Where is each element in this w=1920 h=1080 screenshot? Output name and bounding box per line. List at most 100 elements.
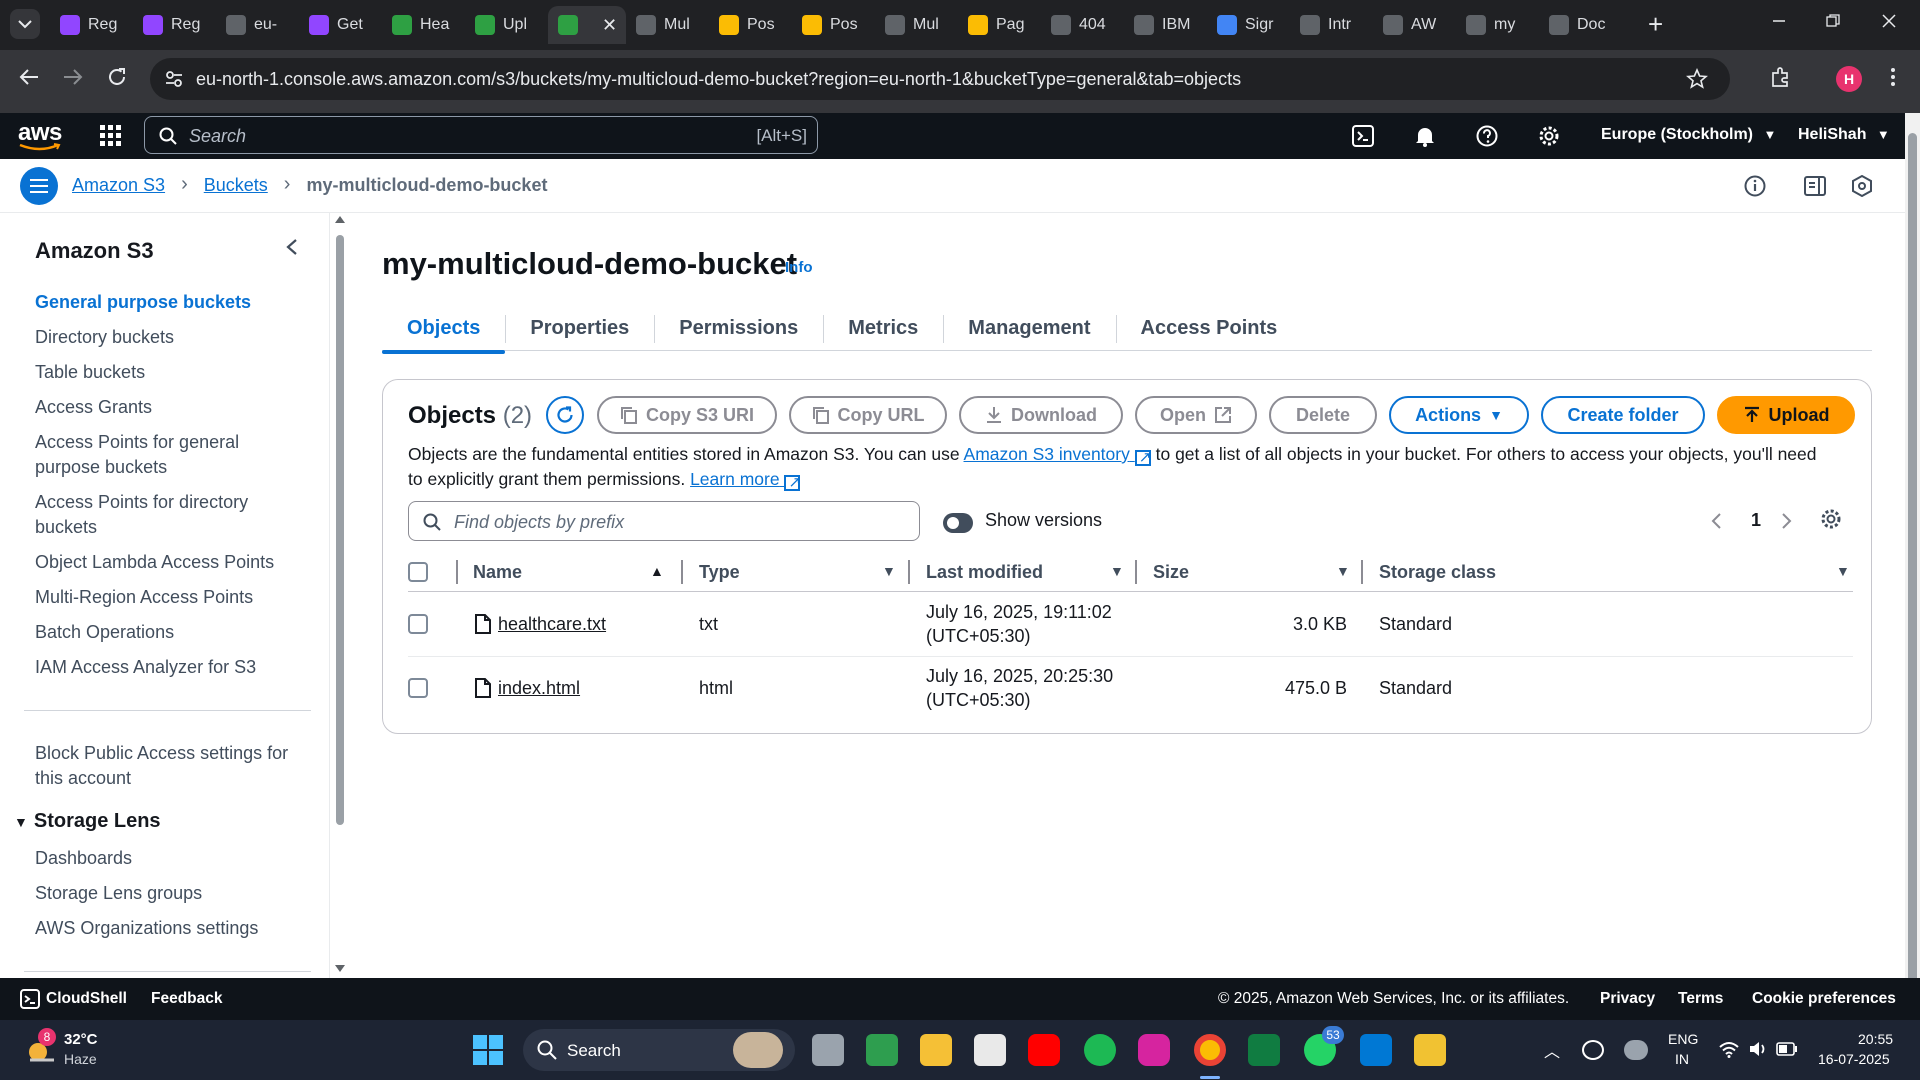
info-link[interactable]: Info [785,259,813,276]
sidebar-item-aws-organizations-settings[interactable]: AWS Organizations settings [35,916,295,941]
table-row[interactable]: index.html html July 16, 2025, 20:25:30 … [408,657,1853,720]
sync-icon[interactable] [1582,1040,1604,1060]
excel-icon[interactable] [1248,1034,1280,1066]
aws-logo[interactable]: aws [18,119,62,151]
restore-icon[interactable] [1826,14,1840,28]
scroll-up-icon[interactable] [335,215,345,223]
tools-panel-icon[interactable] [1804,175,1826,197]
copy-s3-uri-button[interactable]: Copy S3 URI [597,396,777,434]
aws-search-input[interactable]: Search [Alt+S] [144,116,818,154]
sidebar-item-access-points-directory[interactable]: Access Points for directory buckets [35,490,265,540]
browser-tab[interactable]: AW [1373,6,1456,44]
sort-icon[interactable]: ▼ [1336,563,1350,579]
windows-start-icon[interactable] [472,1034,504,1066]
sidebar-item-dashboards[interactable]: Dashboards [35,846,295,871]
reload-icon[interactable] [106,66,128,88]
file-explorer-icon[interactable] [920,1034,952,1066]
google-classroom-icon[interactable] [866,1034,898,1066]
browser-tab[interactable]: 404 [1041,6,1124,44]
sidebar-item-iam-access-analyzer[interactable]: IAM Access Analyzer for S3 [35,655,295,680]
tab-objects[interactable]: Objects [382,305,506,354]
taskbar-search[interactable]: Search [523,1029,795,1071]
profile-avatar[interactable]: H [1836,66,1862,92]
browser-tab[interactable]: Get [299,6,382,44]
new-tab-button[interactable]: + [1648,10,1663,38]
sort-ascending-icon[interactable]: ▲ [650,563,664,579]
breadcrumb-buckets[interactable]: Buckets [204,175,268,196]
chrome-icon[interactable] [1194,1034,1226,1066]
sidebar-item-table-buckets[interactable]: Table buckets [35,360,295,385]
browser-tab[interactable]: Hea [382,6,465,44]
youtube-icon[interactable] [1028,1034,1060,1066]
sidebar-section-storage-lens[interactable]: ▼ Storage Lens [14,810,161,833]
extensions-icon[interactable] [1770,66,1792,88]
find-objects-input[interactable]: Find objects by prefix [408,501,920,541]
page-scrollbar[interactable] [1905,113,1920,1020]
tab-management[interactable]: Management [943,305,1115,351]
page-number[interactable]: 1 [1751,510,1761,531]
sidebar-item-block-public-access[interactable]: Block Public Access settings for this ac… [35,741,295,791]
settings-gear-icon[interactable] [1538,125,1560,147]
cookie-preferences-link[interactable]: Cookie preferences [1752,990,1896,1008]
browser-tab[interactable]: Reg [133,6,216,44]
browser-tab[interactable]: Pag [958,6,1041,44]
browser-tab[interactable]: Mul [626,6,709,44]
scroll-down-icon[interactable] [335,965,345,973]
instagram-icon[interactable] [1138,1034,1170,1066]
hamburger-menu-button[interactable] [20,167,58,205]
microsoft-store-icon[interactable] [974,1034,1006,1066]
open-button[interactable]: Open [1135,396,1257,434]
learn-more-link[interactable]: Learn more ↗ [690,469,801,491]
account-menu[interactable]: HeliShah ▼ [1798,126,1890,144]
sidebar-scrollbar[interactable] [333,213,347,978]
browser-tab[interactable]: Doc [1539,6,1622,44]
minimize-icon[interactable] [1772,14,1786,28]
browser-tab[interactable]: Intr [1290,6,1373,44]
bookmark-star-icon[interactable] [1686,68,1708,90]
page-scroll-thumb[interactable] [1908,133,1917,993]
browser-tab[interactable]: Sigr [1207,6,1290,44]
browser-tab[interactable]: ✕ [548,6,626,44]
info-panel-icon[interactable] [1744,175,1766,197]
battery-icon[interactable] [1776,1042,1798,1056]
sort-icon[interactable]: ▼ [1110,563,1124,579]
browser-tab[interactable]: my [1456,6,1539,44]
language-code[interactable]: ENG [1668,1031,1698,1047]
column-header-size[interactable]: Size [1153,562,1189,583]
browser-tab[interactable]: IBM [1124,6,1207,44]
table-row[interactable]: healthcare.txt txt July 16, 2025, 19:11:… [408,593,1853,656]
column-header-last-modified[interactable]: Last modified [926,562,1043,583]
chevron-up-icon[interactable]: ︿ [1544,1038,1560,1062]
upload-button[interactable]: Upload [1717,396,1855,434]
sort-icon[interactable]: ▼ [882,563,896,579]
whatsapp-icon[interactable]: 53 [1304,1026,1344,1066]
column-header-storage-class[interactable]: Storage class [1379,562,1496,583]
forward-icon[interactable] [62,66,84,88]
object-name-link[interactable]: healthcare.txt [498,612,606,636]
region-selector[interactable]: Europe (Stockholm) ▼ [1601,126,1776,144]
object-name-link[interactable]: index.html [498,676,580,700]
show-versions-toggle[interactable] [943,513,973,533]
privacy-link[interactable]: Privacy [1600,990,1655,1008]
back-icon[interactable] [18,66,40,88]
refresh-button[interactable] [546,396,584,434]
sort-icon[interactable]: ▼ [1836,563,1850,579]
close-window-icon[interactable] [1882,14,1896,28]
notifications-bell-icon[interactable] [1414,125,1436,147]
table-preferences-icon[interactable] [1820,508,1842,530]
column-header-name[interactable]: Name [473,562,522,583]
spotify-icon[interactable] [1084,1034,1116,1066]
notes-icon[interactable] [1414,1034,1446,1066]
tab-access-points[interactable]: Access Points [1115,305,1303,351]
weather-widget-icon[interactable]: 8 [24,1028,60,1068]
browser-tab[interactable]: Reg [50,6,133,44]
services-grid-icon[interactable] [100,125,122,147]
browser-tab[interactable]: Mul [875,6,958,44]
site-info-icon[interactable] [164,69,184,89]
browser-tab[interactable]: Upl [465,6,548,44]
tab-permissions[interactable]: Permissions [654,305,823,351]
row-checkbox[interactable] [408,614,428,634]
sidebar-item-multi-region[interactable]: Multi-Region Access Points [35,585,295,610]
copy-url-button[interactable]: Copy URL [789,396,947,434]
sidebar-item-directory-buckets[interactable]: Directory buckets [35,325,295,350]
